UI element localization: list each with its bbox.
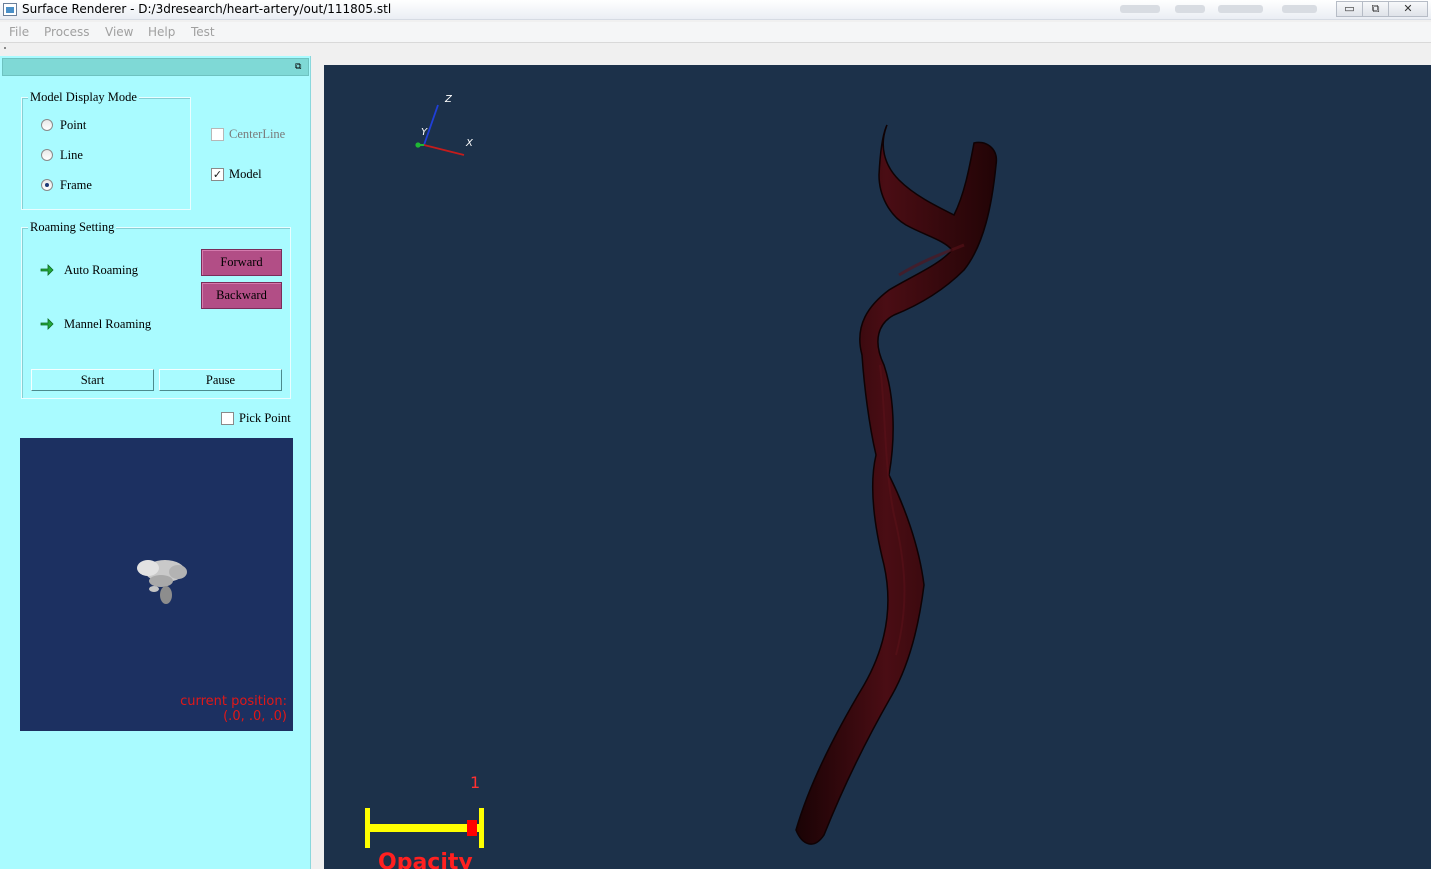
checkbox-checked[interactable]: ✓ <box>211 167 224 181</box>
radio-point[interactable]: Point <box>41 117 86 133</box>
auto-roaming-option[interactable]: Auto Roaming <box>40 262 138 278</box>
radio-line-label: Line <box>60 147 83 162</box>
backward-button[interactable]: Backward <box>201 282 282 309</box>
centerline-label: CenterLine <box>229 126 286 141</box>
dock-title-bar[interactable]: ⧉ <box>2 58 309 76</box>
display-mode-title: Model Display Mode <box>28 90 139 105</box>
display-mode-group: Model Display Mode Point Line Frame <box>21 90 191 210</box>
viewport-frame <box>311 56 1431 65</box>
checkbox-box[interactable] <box>221 411 234 425</box>
viewport-frame <box>311 56 324 869</box>
roaming-group: Roaming Setting Auto Roaming Mannel Roam… <box>21 220 291 399</box>
toolbar-grip[interactable] <box>4 47 6 49</box>
blurred-taskbar-item <box>1175 5 1205 13</box>
axis-y-label: Y <box>421 127 428 138</box>
restore-button[interactable]: ⧉ <box>1362 1 1389 17</box>
artery-model <box>795 124 998 845</box>
menu-help[interactable]: Help <box>148 25 175 39</box>
axis-x-label: X <box>466 138 473 149</box>
opacity-slider-handle[interactable] <box>467 820 477 836</box>
centerline-checkbox[interactable]: CenterLine <box>211 126 285 142</box>
manual-roaming-label: Mannel Roaming <box>64 316 152 331</box>
title-bar: Surface Renderer - D:/3dresearch/heart-a… <box>0 0 1431 20</box>
float-icon[interactable]: ⧉ <box>295 62 305 72</box>
radio-frame-label: Frame <box>60 177 92 192</box>
menu-process[interactable]: Process <box>44 25 90 39</box>
blurred-taskbar-item <box>1218 5 1263 13</box>
current-position-label: current position: <box>180 694 287 709</box>
radio-line[interactable]: Line <box>41 147 83 163</box>
window-title: Surface Renderer - D:/3dresearch/heart-a… <box>22 2 392 16</box>
radio-indicator-selected[interactable] <box>41 179 53 191</box>
render-viewport[interactable]: Z Y X <box>324 65 1431 869</box>
axis-z-label: Z <box>445 94 452 105</box>
auto-roaming-label: Auto Roaming <box>64 262 138 277</box>
menu-test[interactable]: Test <box>191 25 215 39</box>
heart-model-thumbnail <box>137 560 187 604</box>
radio-indicator[interactable] <box>41 149 53 161</box>
menu-bar: File Process View Help Test <box>0 22 1431 43</box>
forward-button[interactable]: Forward <box>201 249 282 276</box>
pick-point-label: Pick Point <box>239 410 291 425</box>
radio-frame[interactable]: Frame <box>41 177 92 193</box>
blurred-taskbar-item <box>1282 5 1317 13</box>
model-label: Model <box>229 166 262 181</box>
green-arrow-icon <box>40 317 54 331</box>
checkbox-box[interactable] <box>211 127 224 141</box>
green-arrow-icon <box>40 263 54 277</box>
start-button[interactable]: Start <box>31 369 154 391</box>
model-checkbox[interactable]: ✓ Model <box>211 166 262 182</box>
pause-button[interactable]: Pause <box>159 369 282 391</box>
menu-view[interactable]: View <box>105 25 133 39</box>
blurred-taskbar-item <box>1120 5 1160 13</box>
radio-indicator[interactable] <box>41 119 53 131</box>
menu-file[interactable]: File <box>9 25 29 39</box>
minimize-button[interactable]: ▭ <box>1336 1 1363 17</box>
opacity-slider[interactable] <box>360 805 490 855</box>
app-icon <box>3 3 17 16</box>
pick-point-checkbox[interactable]: Pick Point <box>221 410 291 426</box>
opacity-title: Opacity <box>378 850 473 869</box>
toolbar <box>0 44 1431 56</box>
opacity-value: 1 <box>470 773 481 792</box>
overview-viewport[interactable]: current position: (.0, .0, .0) <box>20 438 293 731</box>
current-position-value: (.0, .0, .0) <box>223 709 287 724</box>
manual-roaming-option[interactable]: Mannel Roaming <box>40 316 151 332</box>
close-button[interactable]: ✕ <box>1388 1 1428 17</box>
radio-point-label: Point <box>60 117 87 132</box>
roaming-title: Roaming Setting <box>28 220 117 235</box>
